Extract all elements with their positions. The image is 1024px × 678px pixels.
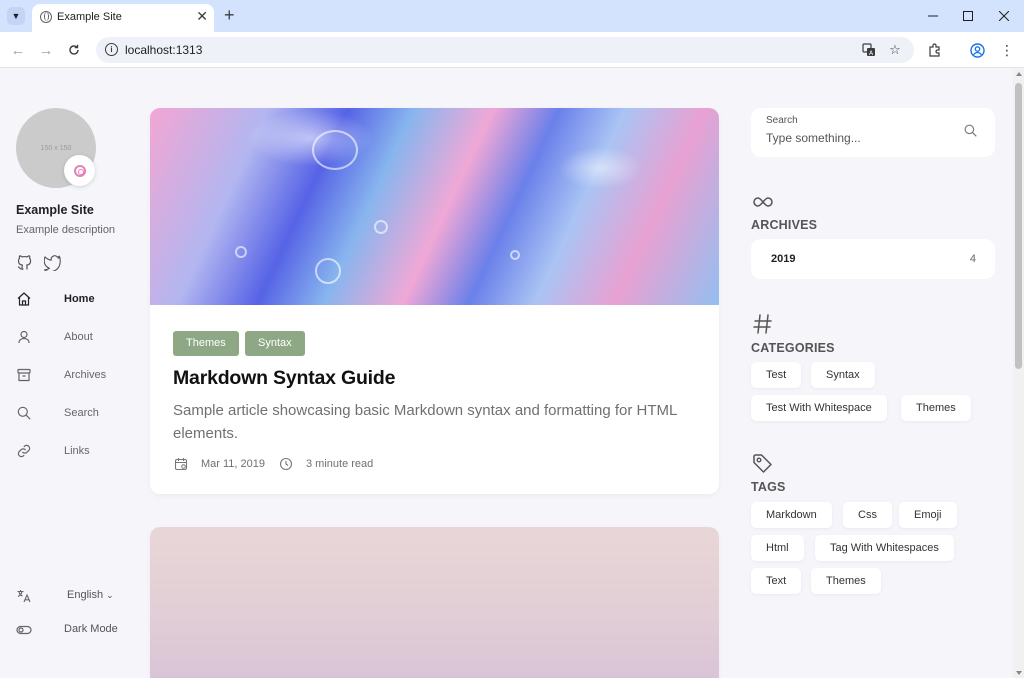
menu-item-home[interactable]: Home bbox=[16, 290, 126, 310]
dark-mode-label: Dark Mode bbox=[64, 623, 118, 635]
scroll-down-arrow[interactable] bbox=[1016, 671, 1022, 675]
site-description: Example description bbox=[16, 224, 116, 236]
category-pill[interactable]: Syntax bbox=[811, 362, 875, 388]
menu-item-label: Archives bbox=[64, 369, 107, 381]
link-icon bbox=[16, 443, 32, 459]
menu-item-about[interactable]: About bbox=[16, 328, 126, 348]
infinity-icon bbox=[751, 190, 775, 214]
profile-icon[interactable] bbox=[967, 40, 987, 60]
category-pill[interactable]: Themes bbox=[901, 395, 971, 421]
browser-tab[interactable]: Example Site ✕ bbox=[32, 4, 214, 32]
language-value: English bbox=[67, 589, 104, 601]
url-text[interactable]: localhost:1313 bbox=[125, 43, 202, 57]
tag-icon bbox=[751, 452, 775, 476]
avatar-emoji-badge bbox=[64, 155, 95, 186]
tag-pill[interactable]: Markdown bbox=[751, 502, 832, 528]
github-icon[interactable] bbox=[17, 255, 33, 271]
article-cover-image[interactable] bbox=[150, 527, 719, 678]
search-icon[interactable] bbox=[963, 123, 979, 139]
extensions-icon[interactable] bbox=[925, 40, 945, 60]
home-icon bbox=[16, 291, 32, 307]
article-card[interactable]: Themes Syntax Markdown Syntax Guide Samp… bbox=[150, 108, 719, 494]
new-tab-button[interactable]: + bbox=[224, 5, 235, 25]
page-content: 150 x 150 Example Site Example descripti… bbox=[0, 69, 1013, 678]
twitter-icon[interactable] bbox=[43, 255, 61, 273]
close-tab-icon[interactable]: ✕ bbox=[196, 8, 208, 24]
category-pill[interactable]: Test With Whitespace bbox=[751, 395, 887, 421]
avatar-placeholder-text: 150 x 150 bbox=[40, 144, 72, 152]
search-label: Search bbox=[766, 115, 798, 126]
calendar-icon bbox=[174, 457, 188, 471]
language-label: English ⌄ bbox=[67, 589, 114, 601]
scrollbar-thumb[interactable] bbox=[1015, 83, 1022, 369]
bubble bbox=[510, 250, 520, 260]
category-pill[interactable]: Test bbox=[751, 362, 802, 388]
maximize-button[interactable] bbox=[958, 6, 978, 26]
toggle-icon bbox=[16, 622, 32, 638]
archive-year: 2019 bbox=[771, 253, 796, 265]
language-icon bbox=[16, 588, 32, 604]
bookmark-star-icon[interactable]: ☆ bbox=[886, 41, 904, 59]
menu-item-label: Search bbox=[64, 407, 99, 419]
article-date: Mar 11, 2019 bbox=[201, 458, 266, 470]
page-scrollbar[interactable] bbox=[1013, 69, 1024, 678]
clock-icon bbox=[279, 457, 293, 471]
dark-mode-toggle[interactable]: Dark Mode bbox=[16, 620, 126, 640]
swirl-emoji-icon bbox=[73, 164, 86, 177]
minimize-button[interactable] bbox=[923, 6, 943, 26]
article-subtitle: Sample article showcasing basic Markdown… bbox=[173, 402, 677, 442]
scroll-up-arrow[interactable] bbox=[1016, 72, 1022, 76]
article-read-time: 3 minute read bbox=[306, 458, 374, 470]
site-info-icon[interactable]: i bbox=[105, 43, 118, 56]
archives-title: ARCHIVES bbox=[751, 218, 818, 232]
tag-pill[interactable]: Themes bbox=[811, 568, 881, 594]
chevron-down-icon: ⌄ bbox=[106, 590, 114, 600]
search-widget: Search bbox=[751, 108, 995, 157]
tag-pill[interactable]: Tag With Whitespaces bbox=[815, 535, 954, 561]
category-chip[interactable]: Themes bbox=[173, 331, 239, 356]
tag-pill[interactable]: Css bbox=[843, 502, 892, 528]
menu-item-links[interactable]: Links bbox=[16, 442, 126, 462]
menu-item-label: About bbox=[64, 331, 93, 343]
close-window-button[interactable] bbox=[994, 6, 1014, 26]
bubble bbox=[312, 130, 358, 170]
menu-item-label: Home bbox=[64, 293, 95, 305]
article-card[interactable] bbox=[150, 527, 719, 678]
category-chip[interactable]: Syntax bbox=[245, 331, 305, 356]
archive-icon bbox=[16, 367, 32, 383]
categories-title: CATEGORIES bbox=[751, 341, 835, 355]
archive-year-item[interactable]: 2019 4 bbox=[751, 239, 995, 279]
translate-icon[interactable]: A bbox=[860, 41, 878, 59]
forward-button[interactable]: → bbox=[36, 40, 56, 60]
bubble bbox=[315, 258, 341, 284]
search-icon bbox=[16, 405, 32, 421]
browser-tabstrip: ▼ Example Site ✕ + bbox=[0, 0, 1024, 32]
bubble bbox=[374, 220, 388, 234]
tags-title: TAGS bbox=[751, 480, 786, 494]
archive-count: 4 bbox=[969, 253, 976, 265]
tag-pill[interactable]: Html bbox=[751, 535, 804, 561]
menu-item-label: Links bbox=[64, 445, 90, 457]
menu-item-search[interactable]: Search bbox=[16, 404, 126, 424]
site-name[interactable]: Example Site bbox=[16, 203, 94, 217]
tag-pill[interactable]: Text bbox=[751, 568, 802, 594]
hash-icon bbox=[751, 312, 775, 336]
user-icon bbox=[16, 329, 32, 345]
article-title[interactable]: Markdown Syntax Guide bbox=[173, 367, 395, 390]
globe-icon bbox=[40, 11, 52, 23]
tab-search-button[interactable]: ▼ bbox=[7, 7, 25, 25]
browser-menu-icon[interactable]: ⋮ bbox=[997, 40, 1017, 60]
tag-pill[interactable]: Emoji bbox=[899, 502, 957, 528]
browser-toolbar: ← → i localhost:1313 A ☆ ⋮ bbox=[0, 32, 1024, 68]
back-button[interactable]: ← bbox=[8, 40, 28, 60]
tab-title: Example Site bbox=[57, 11, 122, 23]
article-cover-image[interactable] bbox=[150, 108, 719, 305]
language-selector[interactable]: English ⌄ bbox=[16, 586, 126, 606]
reload-button[interactable] bbox=[64, 40, 84, 60]
search-input[interactable] bbox=[766, 131, 956, 145]
address-bar[interactable]: i localhost:1313 A ☆ bbox=[96, 37, 914, 63]
menu-item-archives[interactable]: Archives bbox=[16, 366, 126, 386]
bubble bbox=[235, 246, 247, 258]
